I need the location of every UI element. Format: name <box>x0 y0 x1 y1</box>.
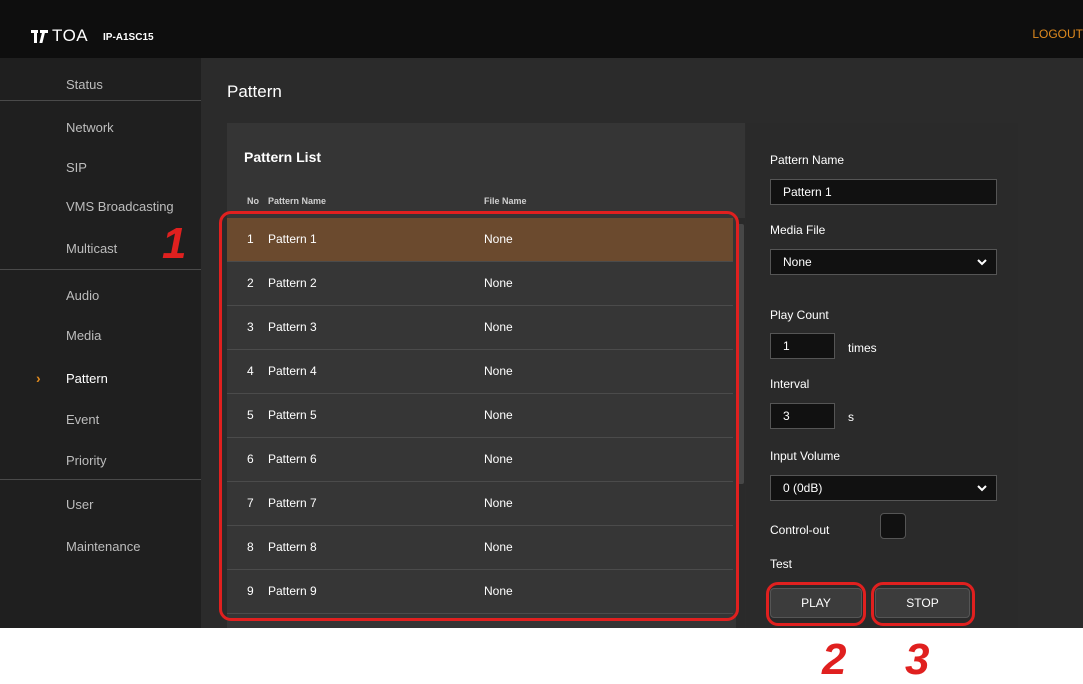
chevron-down-icon <box>977 259 987 266</box>
callout-highlight-play-button <box>766 582 866 626</box>
control-out-label: Control-out <box>770 523 830 537</box>
sidebar-item-user[interactable]: User <box>0 486 201 526</box>
sidebar-item-label: Event <box>66 412 100 427</box>
sidebar-item-sip[interactable]: SIP <box>0 149 201 189</box>
input-volume-label: Input Volume <box>770 449 841 463</box>
brand-name: TOA <box>52 26 89 45</box>
callout-highlight-pattern-list <box>219 211 739 621</box>
sidebar-item-label: Multicast <box>66 241 118 256</box>
active-arrow-icon: › <box>36 370 41 386</box>
column-header-no: No <box>247 196 259 206</box>
sidebar-item-label: User <box>66 497 94 512</box>
callout-number-2: 2 <box>822 635 847 684</box>
play-count-unit: times <box>848 341 877 355</box>
callout-highlight-stop-button <box>871 582 975 626</box>
test-label: Test <box>770 557 793 571</box>
sidebar-item-priority[interactable]: Priority <box>0 442 201 482</box>
sidebar-divider <box>0 100 201 101</box>
sidebar-item-label: Priority <box>66 453 107 468</box>
sidebar: Status Network SIP VMS Broadcasting Mult… <box>0 58 201 628</box>
media-file-select[interactable]: None <box>770 249 997 275</box>
toa-logo-icon <box>31 30 48 43</box>
sidebar-item-label: VMS Broadcasting <box>66 199 174 214</box>
top-bar: TOA IP-A1SC15 LOGOUT <box>0 0 1083 58</box>
interval-label: Interval <box>770 377 810 391</box>
input-volume-select[interactable]: 0 (0dB) <box>770 475 997 501</box>
logout-link[interactable]: LOGOUT <box>1032 27 1083 41</box>
sidebar-item-label: Audio <box>66 288 100 303</box>
sidebar-item-label: SIP <box>66 160 87 175</box>
sidebar-item-network[interactable]: Network <box>0 109 201 149</box>
interval-input[interactable] <box>770 403 835 429</box>
sidebar-divider <box>0 269 201 270</box>
sidebar-item-audio[interactable]: Audio <box>0 277 201 317</box>
sidebar-item-pattern[interactable]: › Pattern <box>0 360 201 400</box>
pattern-name-input[interactable] <box>770 179 997 205</box>
input-volume-value: 0 (0dB) <box>783 481 823 495</box>
column-header-pattern-name: Pattern Name <box>268 196 327 206</box>
page-title: Pattern <box>227 82 282 101</box>
sidebar-item-event[interactable]: Event <box>0 401 201 441</box>
column-header-file-name: File Name <box>484 196 527 206</box>
model-name: IP-A1SC15 <box>103 32 154 43</box>
control-out-checkbox[interactable] <box>880 513 906 539</box>
sidebar-item-maintenance[interactable]: Maintenance <box>0 528 201 568</box>
sidebar-item-label: Maintenance <box>66 539 141 554</box>
pattern-settings-panel: Pattern Name Media File None Play Count … <box>746 123 1018 628</box>
sidebar-divider <box>0 479 201 480</box>
media-file-value: None <box>783 255 812 269</box>
sidebar-item-label: Media <box>66 328 102 343</box>
sidebar-item-label: Status <box>66 77 103 92</box>
callout-number-3: 3 <box>905 635 930 684</box>
app-window: TOA IP-A1SC15 LOGOUT Status Network SIP … <box>0 0 1083 628</box>
sidebar-item-label: Network <box>66 120 114 135</box>
play-count-input[interactable] <box>770 333 835 359</box>
callout-number-1: 1 <box>162 219 187 268</box>
play-count-label: Play Count <box>770 308 829 322</box>
pattern-list-title: Pattern List <box>244 149 322 165</box>
media-file-label: Media File <box>770 223 826 237</box>
sidebar-item-media[interactable]: Media <box>0 317 201 357</box>
sidebar-item-label: Pattern <box>66 371 108 386</box>
interval-unit: s <box>848 410 854 424</box>
chevron-down-icon <box>977 485 987 492</box>
pattern-name-label: Pattern Name <box>770 153 845 167</box>
